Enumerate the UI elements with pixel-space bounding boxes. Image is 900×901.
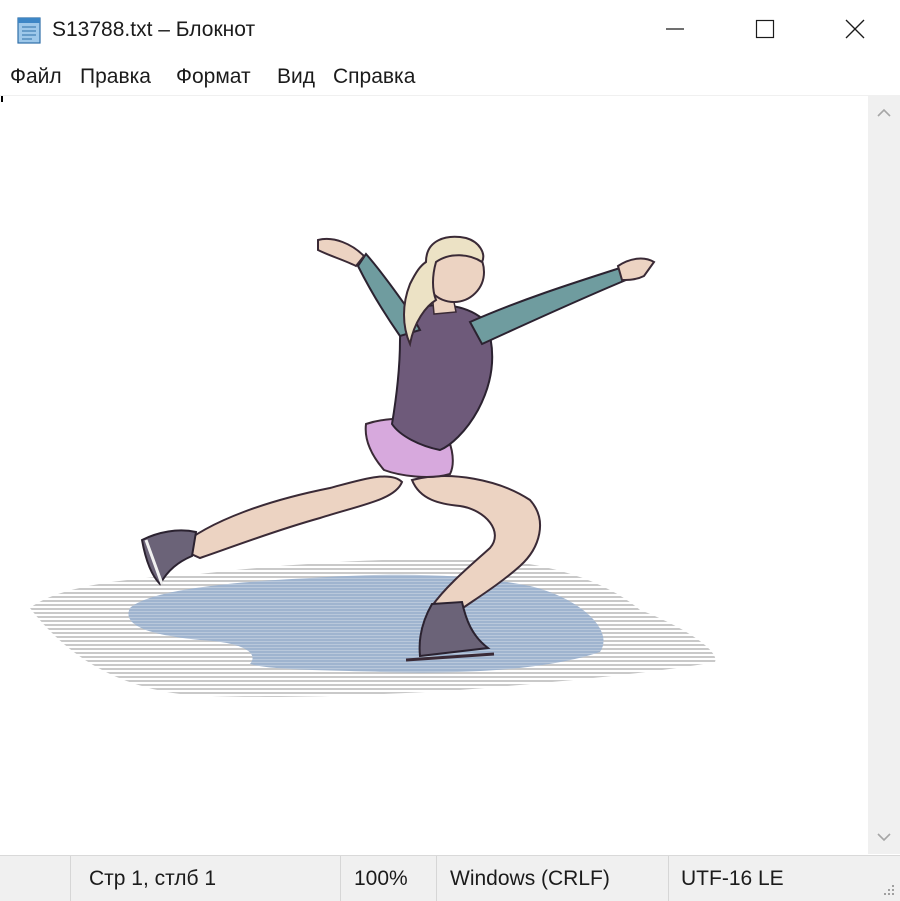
vertical-scrollbar[interactable] (868, 96, 900, 854)
minimize-button[interactable] (630, 0, 720, 58)
maximize-icon (755, 19, 775, 39)
minimize-icon (666, 28, 684, 30)
status-bar: Стр 1, стлб 1 100% Windows (CRLF) UTF-16… (0, 855, 900, 901)
menu-help[interactable]: Справка (329, 64, 419, 90)
menu-file[interactable]: Файл (6, 64, 66, 90)
close-button[interactable] (810, 0, 900, 58)
scroll-down-button[interactable] (868, 820, 900, 854)
figure-skater-illustration (30, 235, 716, 697)
chevron-down-icon (877, 833, 891, 842)
menu-format[interactable]: Формат (172, 64, 255, 90)
menu-edit[interactable]: Правка (76, 64, 155, 90)
status-zoom: 100% (340, 856, 436, 901)
menu-bar: Файл Правка Формат Вид Справка (0, 58, 900, 96)
status-encoding: UTF-16 LE (668, 856, 868, 901)
menu-view[interactable]: Вид (273, 64, 319, 90)
title-bar[interactable]: S13788.txt – Блокнот (0, 0, 900, 58)
window-title: S13788.txt – Блокнот (52, 18, 256, 41)
notepad-icon (17, 17, 41, 44)
text-editor-area[interactable] (0, 96, 868, 854)
status-cursor-position: Стр 1, стлб 1 (70, 856, 340, 901)
status-line-endings: Windows (CRLF) (436, 856, 668, 901)
resize-grip-icon[interactable] (880, 881, 896, 897)
chevron-up-icon (877, 108, 891, 117)
maximize-button[interactable] (720, 0, 810, 58)
scroll-up-button[interactable] (868, 96, 900, 130)
close-icon (845, 19, 865, 39)
